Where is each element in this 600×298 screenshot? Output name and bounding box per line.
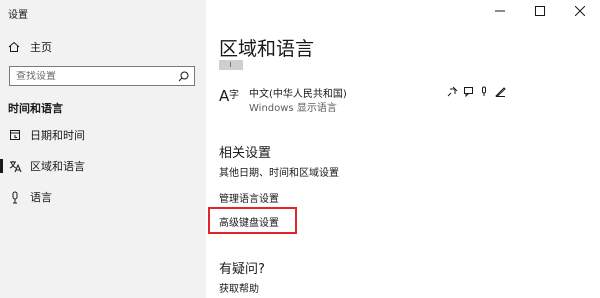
minimize-button[interactable] — [480, 0, 520, 22]
window-controls — [480, 0, 600, 22]
sidebar-item-label: 日期和时间 — [30, 129, 85, 142]
sidebar-item-label: 语言 — [30, 191, 52, 204]
sidebar: 设置 主页 时间和语言 日期和时间 — [0, 0, 206, 298]
globe-language-icon — [0, 160, 30, 173]
sidebar-item-region-language[interactable]: 区域和语言 — [0, 154, 206, 178]
speech-icon — [462, 85, 474, 97]
main-content: 区域和语言 A 字 中文(中华人民共和国) Windows 显示语言 相关设置 … — [206, 0, 600, 298]
handwriting-icon — [494, 85, 506, 97]
search-input[interactable] — [10, 70, 172, 82]
sidebar-item-language[interactable]: 语言 — [0, 185, 206, 209]
language-name: 中文(中华人民共和国) — [249, 89, 347, 100]
svg-text:字: 字 — [229, 88, 239, 101]
help-heading: 有疑问? — [219, 262, 265, 277]
close-icon — [575, 6, 585, 16]
app-title: 设置 — [8, 10, 28, 21]
language-glyph-icon: A 字 — [219, 86, 241, 112]
highlight-box — [208, 207, 297, 234]
home-icon — [8, 41, 20, 52]
display-icon — [446, 85, 458, 97]
get-help-link[interactable]: 获取帮助 — [219, 280, 259, 295]
section-title: 时间和语言 — [8, 102, 63, 115]
sidebar-item-date-time[interactable]: 日期和时间 — [0, 123, 206, 147]
maximize-icon — [535, 6, 545, 16]
close-button[interactable] — [560, 0, 600, 22]
search-icon[interactable] — [172, 67, 194, 85]
manage-language-settings-link[interactable]: 管理语言设置 — [219, 190, 279, 205]
sidebar-item-label: 区域和语言 — [30, 160, 85, 173]
add-language-button-partial[interactable] — [219, 60, 243, 70]
home-nav[interactable]: 主页 — [8, 38, 198, 56]
microphone-icon — [478, 85, 490, 97]
calendar-icon — [0, 129, 30, 141]
language-feature-icons — [446, 85, 506, 97]
microphone-icon — [0, 191, 30, 204]
page-title: 区域和语言 — [219, 38, 315, 60]
minimize-icon — [495, 10, 505, 12]
language-sublabel: Windows 显示语言 — [249, 103, 337, 114]
related-settings-heading: 相关设置 — [219, 146, 272, 161]
home-label: 主页 — [30, 41, 52, 54]
search-box[interactable] — [9, 66, 195, 86]
other-date-time-region-link[interactable]: 其他日期、时间和区域设置 — [219, 164, 339, 179]
maximize-button[interactable] — [520, 0, 560, 22]
